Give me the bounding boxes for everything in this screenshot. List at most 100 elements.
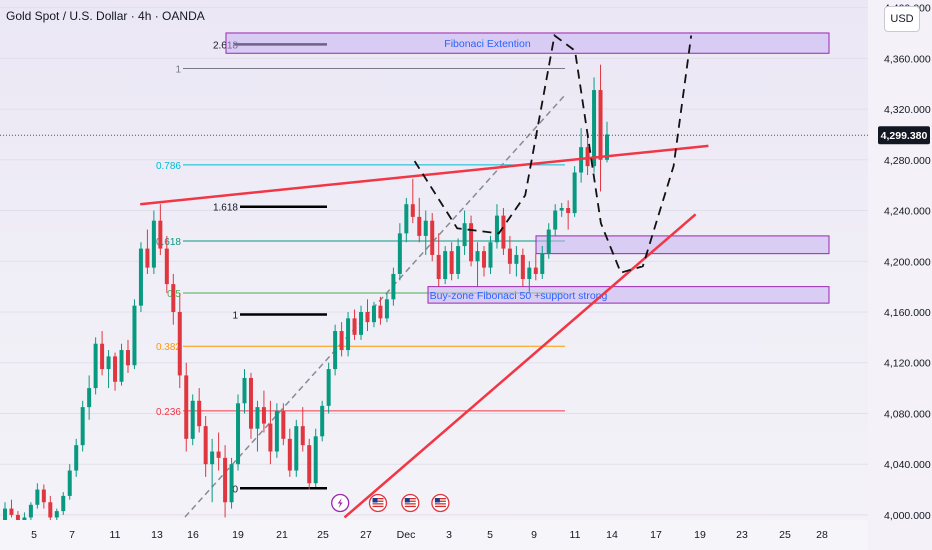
candle-body [158, 220, 163, 249]
flag-canton [404, 498, 410, 503]
candle-body [203, 426, 208, 465]
candle-body [384, 299, 389, 319]
time-tick-label: 16 [187, 529, 199, 541]
price-tick-label: 4,040.000 [884, 459, 931, 471]
candle-body [546, 229, 551, 254]
candle-body [423, 220, 428, 236]
candle-body [268, 423, 273, 452]
candle-body [242, 377, 247, 404]
candle-body [397, 233, 402, 274]
candle-body [28, 504, 33, 518]
symbol-title: Gold Spot / U.S. Dollar · 4h · OANDA [6, 9, 205, 23]
candle-body [287, 438, 292, 471]
candle-body [572, 172, 577, 214]
candle-body [3, 508, 7, 522]
time-tick-label: 14 [606, 529, 618, 541]
candle-body [566, 208, 571, 214]
candle-body [307, 445, 312, 484]
current-price-label: 4,299.380 [881, 130, 928, 142]
candle-body [443, 251, 448, 280]
price-tick-label: 4,160.000 [884, 307, 931, 319]
us-flag-icon [431, 493, 450, 513]
candle-body [190, 400, 195, 439]
candle-body [507, 248, 512, 264]
candle-body [585, 147, 590, 167]
flag-stripe [434, 505, 446, 508]
price-tick-label: 4,280.000 [884, 155, 931, 167]
candle-body [436, 254, 441, 280]
candle-body [100, 343, 105, 370]
candle-body [559, 208, 564, 211]
price-tick-label: 4,080.000 [884, 408, 931, 420]
candle-body [520, 254, 525, 280]
event-marker-ring [401, 493, 420, 513]
candle-body [261, 407, 266, 424]
candle-body [210, 451, 215, 465]
candle-body [320, 405, 325, 437]
flag-stripe [372, 503, 384, 505]
candle-body [171, 284, 176, 312]
candle-body [300, 426, 305, 446]
candle-body [404, 204, 409, 234]
candle-body [41, 489, 46, 503]
candle-body [514, 254, 519, 264]
candle-body [417, 216, 422, 236]
event-marker-ring [431, 493, 450, 513]
candle-body [378, 305, 383, 319]
fib-level-label: 0.786 [156, 161, 181, 172]
candle-body [333, 331, 338, 370]
chart-window: 2.61810.7861.6180.6180.510.3820.2360 Fib… [0, 0, 932, 550]
fib-level-label: 1 [175, 64, 181, 75]
price-chart[interactable]: 2.61810.7861.6180.6180.510.3820.2360 Fib… [0, 0, 932, 550]
candle-body [216, 451, 221, 458]
time-tick-label: 9 [531, 529, 537, 541]
time-tick-label: 13 [151, 529, 163, 541]
time-tick-label: 28 [816, 529, 828, 541]
candle-body [488, 242, 493, 268]
candle-body [352, 318, 357, 335]
currency-button[interactable]: USD [884, 6, 920, 32]
zone-label: Buy-zone Fibonaci 50 +support strong [430, 290, 608, 302]
candle-body [359, 312, 364, 335]
candle-body [132, 305, 137, 366]
candle-body [236, 403, 241, 465]
event-marker-ring [368, 493, 388, 513]
flag-stripe [404, 503, 416, 505]
candle-body [125, 350, 130, 366]
candle-body [177, 312, 182, 376]
candle-body [501, 215, 506, 249]
candle-body [410, 204, 415, 217]
price-tick-label: 4,360.000 [884, 53, 931, 65]
candle-body [553, 210, 558, 230]
candle-body [54, 511, 59, 518]
time-tick-label: 5 [31, 529, 37, 541]
candle-body [184, 375, 189, 439]
candle-body [255, 407, 260, 429]
candle-body [592, 90, 597, 167]
candle-body [274, 410, 279, 452]
candle-body [456, 246, 461, 274]
candle-body [248, 377, 253, 429]
candle-body [430, 220, 435, 255]
candle-body [462, 223, 467, 247]
zone-box [535, 235, 830, 255]
candle-body [80, 407, 85, 446]
time-tick-label: 21 [276, 529, 288, 541]
candle-body [119, 350, 124, 382]
candle-body [482, 251, 487, 268]
candle-body [61, 495, 66, 512]
candle-body [294, 426, 299, 471]
time-tick-label: 5 [487, 529, 493, 541]
us-flag-icon [368, 493, 388, 513]
flag-stripe [434, 503, 446, 505]
candle-body [48, 502, 53, 518]
time-tick-label: 17 [650, 529, 662, 541]
candle-body [223, 457, 228, 503]
candle-body [106, 356, 111, 370]
time-tick-label: 23 [736, 529, 748, 541]
candle-body [93, 343, 98, 389]
time-tick-label: 25 [779, 529, 791, 541]
flag-canton [372, 498, 378, 503]
candle-body [339, 331, 344, 351]
time-tick-label: 11 [570, 529, 581, 541]
